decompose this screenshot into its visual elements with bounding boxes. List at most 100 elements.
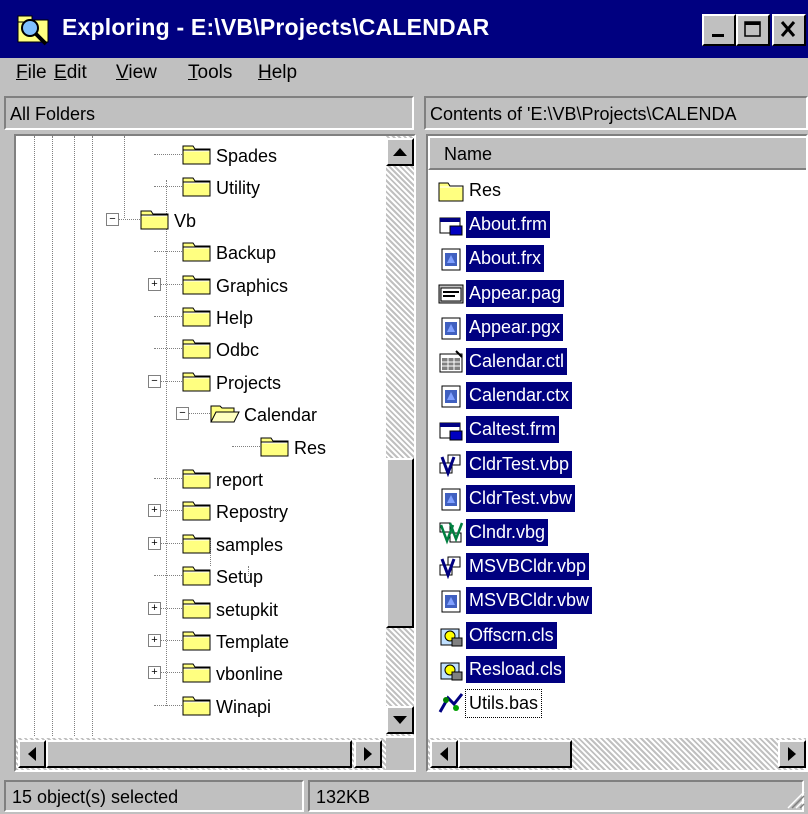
folder-icon [182,305,212,327]
folder-icon [182,143,212,165]
tree-item-projects[interactable]: − Projects [148,367,414,399]
file-item[interactable]: Res [434,176,794,206]
tree-item-label: Winapi [216,696,272,717]
file-item[interactable]: Appear.pag [434,279,794,309]
contents-pane[interactable]: Name Res About.frm About.frx Appear.pag Appe… [426,134,808,772]
tree-scroll-down-button[interactable] [386,706,414,734]
folder-icon [260,435,290,457]
open-folder-icon [210,402,240,424]
tree-item-winapi[interactable]: Winapi [154,691,414,723]
file-item[interactable]: About.frm [434,210,794,240]
contents-scroll-right-button[interactable] [778,740,806,768]
form-icon [438,213,464,237]
binary-file-icon [438,247,464,271]
tree-item-report[interactable]: report [154,464,414,496]
menu-bar: File Edit View Tools Help [0,58,808,90]
tree-vscroll-thumb[interactable] [386,458,414,628]
tree-scroll-right-button[interactable] [354,740,382,768]
tree-scroll-up-button[interactable] [386,138,414,166]
file-name: Calendar.ctx [466,382,573,410]
tree-item-repostry[interactable]: + Repostry [148,496,414,528]
expand-icon[interactable]: + [148,666,161,680]
file-item[interactable]: About.frx [434,244,794,274]
close-button[interactable] [772,14,806,46]
folder-icon [438,179,464,203]
folder-icon [182,629,212,651]
tree-item-label: Backup [216,243,277,264]
file-item[interactable]: Utils.bas [434,689,794,719]
tree-item-graphics[interactable]: + Graphics [148,270,414,302]
menu-help[interactable]: Help [258,62,297,84]
name-column-header[interactable]: Name [428,136,806,170]
contents-scroll-left-button[interactable] [430,740,458,768]
tree-item-label: Vb [174,210,197,231]
folder-icon [182,273,212,295]
file-item[interactable]: Clndr.vbg [434,518,794,548]
file-item[interactable]: CldrTest.vbp [434,450,794,480]
tree-item-help[interactable]: Help [154,302,414,334]
file-item[interactable]: Caltest.frm [434,415,794,445]
tree-item-label: setupkit [216,599,279,620]
menu-file[interactable]: File [16,62,47,84]
tree-item-label: Res [294,437,327,458]
expand-icon[interactable]: + [148,536,161,550]
tree-item-samples[interactable]: + samples [148,529,414,561]
tree-item-backup[interactable]: Backup [154,237,414,269]
folder-icon [182,240,212,262]
title-bar[interactable]: Exploring - E:\VB\Projects\CALENDAR [0,0,808,58]
tree-vscroll-track[interactable] [386,136,414,736]
tree-scroll-left-button[interactable] [18,740,46,768]
tree-item-vb[interactable]: − Vb [106,205,372,237]
collapse-icon[interactable]: − [106,212,119,226]
file-item[interactable]: MSVBCldr.vbw [434,586,794,616]
tree-hscroll-thumb[interactable] [46,740,352,768]
file-list: Res About.frm About.frx Appear.pag Appear.pg… [428,172,806,738]
collapse-icon[interactable]: − [148,374,161,388]
menu-view[interactable]: View [116,62,157,84]
minimize-button[interactable] [702,14,736,46]
file-name: Calendar.ctl [466,348,568,375]
tree-item-utility[interactable]: Utility [154,172,414,204]
file-name: CldrTest.vbw [466,484,576,512]
folder-icon [182,564,212,586]
collapse-icon[interactable]: − [176,407,189,421]
file-name: CldrTest.vbp [466,450,573,478]
tree-item-setup[interactable]: Setup [154,561,414,593]
file-name: Resload.cls [466,655,566,683]
folder-tree-pane[interactable]: Spades Utility − Vb Backup + Graphics Help Odbc −… [14,134,416,772]
file-item[interactable]: Calendar.ctl [434,347,794,377]
tree-item-odbc[interactable]: Odbc [154,334,414,366]
folder-icon [182,597,212,619]
tree-branch-line [154,348,182,350]
contents-hscroll-thumb[interactable] [458,740,572,768]
menu-edit[interactable]: Edit [54,62,87,84]
file-item[interactable]: Calendar.ctx [434,381,794,411]
menu-tools[interactable]: Tools [188,62,232,84]
tree-item-vbonline[interactable]: + vbonline [148,658,414,690]
file-item[interactable]: Resload.cls [434,655,794,685]
minimize-icon [712,34,724,37]
tree-item-label: Odbc [216,340,260,361]
class-module-icon [438,624,464,648]
tree-item-calendar[interactable]: − Calendar [176,399,414,431]
resize-grip-icon[interactable] [782,786,806,810]
tree-item-label: Help [216,308,254,328]
tree-item-label: Graphics [216,275,289,296]
expand-icon[interactable]: + [148,504,161,518]
file-item[interactable]: Offscrn.cls [434,621,794,651]
tree-item-spades[interactable]: Spades [154,140,414,172]
maximize-button[interactable] [736,14,770,46]
tree-branch-line [154,316,182,317]
arrow-right-icon [788,747,796,761]
status-bar: 15 object(s) selected 132KB [0,776,808,814]
tree-item-setupkit[interactable]: + setupkit [148,594,414,626]
expand-icon[interactable]: + [148,634,161,647]
tree-item-template[interactable]: + Template [148,626,414,658]
file-item[interactable]: CldrTest.vbw [434,484,794,514]
tree-branch-line [154,575,182,577]
file-item[interactable]: MSVBCldr.vbp [434,552,794,582]
arrow-left-icon [28,747,36,761]
expand-icon[interactable]: + [148,601,161,615]
expand-icon[interactable]: + [148,277,161,291]
file-item[interactable]: Appear.pgx [434,313,794,343]
